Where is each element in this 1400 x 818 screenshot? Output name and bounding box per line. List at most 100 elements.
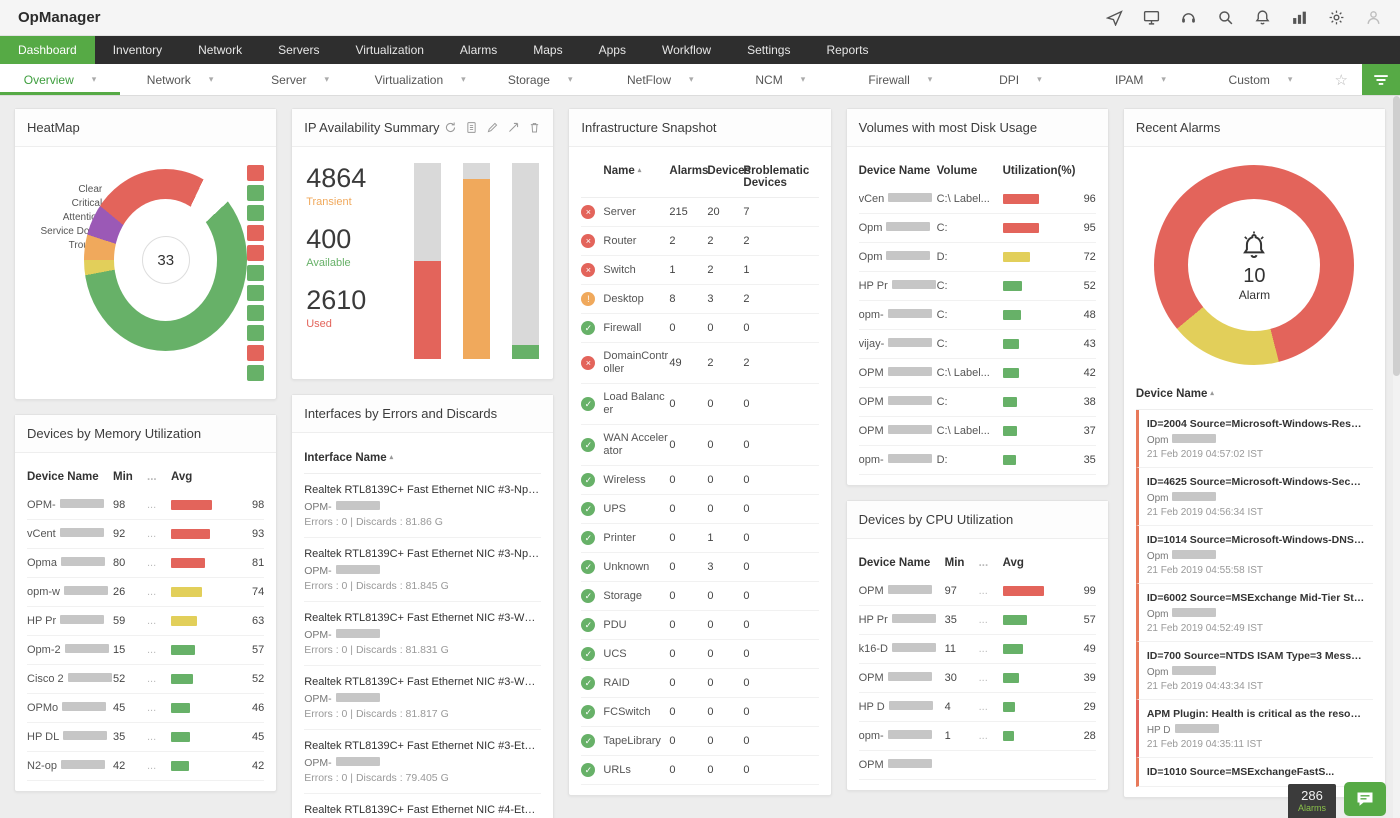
- tab-firewall[interactable]: Firewall ▾: [840, 64, 960, 95]
- table-row[interactable]: OPM: [858, 751, 1096, 780]
- table-row[interactable]: vijay- C: 43: [858, 330, 1096, 359]
- ip-availability-bar[interactable]: [511, 163, 539, 359]
- table-row[interactable]: ✓ Wireless 0 0 0: [581, 466, 819, 495]
- nav-item-network[interactable]: Network: [180, 36, 260, 64]
- support-icon[interactable]: [1180, 9, 1197, 26]
- table-row[interactable]: vCen C:\ Label... 96: [858, 185, 1096, 214]
- table-row[interactable]: opm- C: 48: [858, 301, 1096, 330]
- table-row[interactable]: vCent 92... 93: [27, 520, 265, 549]
- heat-square[interactable]: [247, 225, 265, 241]
- table-row[interactable]: × DomainController 49 2 2: [581, 343, 819, 384]
- screen-share-icon[interactable]: [1143, 9, 1160, 26]
- dashboard-filter-button[interactable]: [1362, 64, 1400, 95]
- heat-square[interactable]: [247, 345, 265, 361]
- tab-server[interactable]: Server ▾: [240, 64, 360, 95]
- favorite-icon[interactable]: ☆: [1321, 64, 1362, 95]
- table-row[interactable]: OPM 30... 39: [858, 664, 1096, 693]
- table-row[interactable]: Cisco 2 52... 52: [27, 665, 265, 694]
- col-volume[interactable]: Volume: [937, 165, 1003, 177]
- table-row[interactable]: OPM- 98... 98: [27, 491, 265, 520]
- nav-item-virtualization[interactable]: Virtualization: [337, 36, 441, 64]
- table-row[interactable]: ✓ FCSwitch 0 0 0: [581, 698, 819, 727]
- table-row[interactable]: ✓ Printer 0 1 0: [581, 524, 819, 553]
- col-devices[interactable]: Devices: [707, 165, 750, 189]
- chat-button[interactable]: [1344, 782, 1386, 816]
- table-row[interactable]: N2-op 42... 42: [27, 752, 265, 781]
- table-row[interactable]: k16-D 11... 49: [858, 635, 1096, 664]
- table-row[interactable]: ✓ TapeLibrary 0 0 0: [581, 727, 819, 756]
- table-row[interactable]: ✓ Storage 0 0 0: [581, 582, 819, 611]
- alarm-item[interactable]: ID=1014 Source=Microsoft-Windows-DNS-Cli…: [1135, 526, 1374, 584]
- launch-icon[interactable]: [1105, 9, 1123, 27]
- table-row[interactable]: OPM 97... 99: [858, 577, 1096, 606]
- search-icon[interactable]: [1217, 9, 1234, 26]
- recent-alarms-donut-chart[interactable]: 10 Alarm: [1154, 165, 1355, 365]
- alarm-item[interactable]: APM Plugin: Health is critical as the re…: [1135, 700, 1374, 758]
- nav-item-alarms[interactable]: Alarms: [442, 36, 515, 64]
- share-icon[interactable]: [507, 121, 520, 134]
- nav-item-dashboard[interactable]: Dashboard: [0, 36, 95, 64]
- table-row[interactable]: ! Desktop 8 3 2: [581, 285, 819, 314]
- table-row[interactable]: ✓ Load Balancer 0 0 0: [581, 384, 819, 425]
- alarm-item[interactable]: ID=1010 Source=MSExchangeFastS...: [1135, 758, 1374, 787]
- table-row[interactable]: ✓ Unknown 0 3 0: [581, 553, 819, 582]
- heatmap-donut-chart[interactable]: 33: [84, 169, 248, 351]
- table-row[interactable]: × Router 2 2 2: [581, 227, 819, 256]
- col-min[interactable]: Min: [945, 557, 979, 569]
- tab-storage[interactable]: Storage ▾: [480, 64, 600, 95]
- col-alarms[interactable]: Alarms: [669, 165, 708, 189]
- col-name[interactable]: Name ▴: [603, 165, 669, 189]
- heat-square[interactable]: [247, 285, 265, 301]
- heat-square[interactable]: [247, 365, 265, 381]
- interface-row[interactable]: Realtek RTL8139C+ Fast Ethernet NIC #3-E…: [304, 730, 542, 794]
- tab-virtualization[interactable]: Virtualization ▾: [360, 64, 480, 95]
- col-device-name[interactable]: Device Name: [27, 471, 113, 483]
- table-row[interactable]: ✓ UCS 0 0 0: [581, 640, 819, 669]
- export-icon[interactable]: [465, 121, 478, 134]
- table-row[interactable]: Opm C: 95: [858, 214, 1096, 243]
- table-row[interactable]: × Server 215 20 7: [581, 198, 819, 227]
- table-row[interactable]: ✓ Firewall 0 0 0: [581, 314, 819, 343]
- table-row[interactable]: HP Pr C: 52: [858, 272, 1096, 301]
- table-row[interactable]: ✓ UPS 0 0 0: [581, 495, 819, 524]
- table-row[interactable]: OPM C: 38: [858, 388, 1096, 417]
- interfaces-column-header[interactable]: Interface Name ▴: [304, 443, 542, 474]
- table-row[interactable]: opm- D: 35: [858, 446, 1096, 475]
- interface-row[interactable]: Realtek RTL8139C+ Fast Ethernet NIC #3-W…: [304, 666, 542, 730]
- col-device-name[interactable]: Device Name: [859, 557, 945, 569]
- table-row[interactable]: OPMo 45... 46: [27, 694, 265, 723]
- table-row[interactable]: Opma 80... 81: [27, 549, 265, 578]
- table-row[interactable]: Opm D: 72: [858, 243, 1096, 272]
- alarm-item[interactable]: ID=2004 Source=Microsoft-Windows-Resourc…: [1135, 410, 1374, 468]
- heat-square[interactable]: [247, 265, 265, 281]
- bell-icon[interactable]: [1254, 9, 1271, 26]
- tab-ncm[interactable]: NCM ▾: [720, 64, 840, 95]
- heat-square[interactable]: [247, 185, 265, 201]
- heat-square[interactable]: [247, 245, 265, 261]
- heat-square[interactable]: [247, 305, 265, 321]
- interface-row[interactable]: Realtek RTL8139C+ Fast Ethernet NIC #3-N…: [304, 474, 542, 538]
- tab-dpi[interactable]: DPI ▾: [960, 64, 1080, 95]
- table-row[interactable]: ✓ RAID 0 0 0: [581, 669, 819, 698]
- alarm-item[interactable]: ID=700 Source=NTDS ISAM Type=3 Message=N…: [1135, 642, 1374, 700]
- nav-item-inventory[interactable]: Inventory: [95, 36, 180, 64]
- tab-ipam[interactable]: IPAM ▾: [1080, 64, 1200, 95]
- table-row[interactable]: ✓ URLs 0 0 0: [581, 756, 819, 785]
- nav-item-servers[interactable]: Servers: [260, 36, 337, 64]
- settings-icon[interactable]: [1328, 9, 1345, 26]
- nav-item-reports[interactable]: Reports: [808, 36, 886, 64]
- nav-item-settings[interactable]: Settings: [729, 36, 808, 64]
- alarm-item[interactable]: ID=4625 Source=Microsoft-Windows-Securit…: [1135, 468, 1374, 526]
- edit-icon[interactable]: [486, 121, 499, 134]
- table-row[interactable]: OPM C:\ Label... 42: [858, 359, 1096, 388]
- table-row[interactable]: opm-w 26... 74: [27, 578, 265, 607]
- tab-overview[interactable]: Overview ▾: [0, 64, 120, 95]
- col-problematic[interactable]: Problematic Devices: [743, 165, 818, 189]
- col-avg[interactable]: Avg: [1003, 557, 1096, 569]
- nav-item-apps[interactable]: Apps: [581, 36, 644, 64]
- table-row[interactable]: ✓ PDU 0 0 0: [581, 611, 819, 640]
- user-icon[interactable]: [1365, 9, 1382, 26]
- tab-network[interactable]: Network ▾: [120, 64, 240, 95]
- alarm-item[interactable]: ID=6002 Source=MSExchange Mid-Tier Stora…: [1135, 584, 1374, 642]
- table-row[interactable]: opm- 1... 28: [858, 722, 1096, 751]
